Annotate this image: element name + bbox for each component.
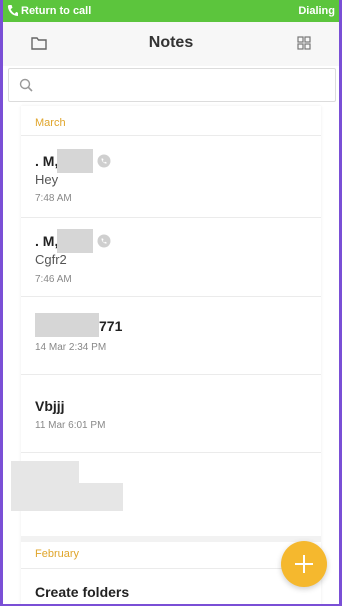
clock-icon (97, 154, 111, 168)
redacted-block (35, 313, 99, 337)
note-item[interactable]: Create folders (21, 569, 321, 604)
note-title: Vbjjj (35, 398, 65, 414)
note-title: 771 (99, 318, 123, 334)
note-body: Hey (35, 172, 59, 187)
note-time: 11 Mar 6:01 PM (35, 420, 106, 431)
plus-icon (295, 555, 313, 573)
add-note-button[interactable] (281, 541, 327, 587)
redacted-block (11, 483, 123, 511)
phone-icon (7, 5, 18, 16)
return-to-call-bar[interactable]: Return to call Dialing (3, 0, 339, 22)
note-time: 7:48 AM (35, 193, 72, 204)
note-title: Create folders (35, 584, 130, 600)
note-time: 7:46 AM (35, 274, 72, 285)
search-input[interactable] (41, 75, 321, 95)
note-title: . M, (35, 153, 59, 169)
app-header: Notes (3, 22, 339, 66)
notes-list: March . M, Hey 7:48 AM . M, Cgfr2 7:46 A… (11, 106, 321, 604)
note-title: . M, (35, 233, 59, 249)
return-to-call-label: Return to call (21, 5, 92, 17)
page-title: Notes (148, 34, 194, 51)
search-icon (19, 78, 33, 92)
section-header-march: March (35, 117, 66, 129)
section-header-february: February (35, 548, 80, 560)
note-body: Cgfr2 (35, 252, 67, 267)
clock-icon (97, 234, 111, 248)
note-item[interactable]: . M, Hey 7:48 AM (21, 136, 321, 216)
note-item[interactable]: . M, Cgfr2 7:46 AM (21, 218, 321, 296)
app-frame: Return to call Dialing Notes March . M, (0, 0, 342, 606)
note-item[interactable] (11, 453, 321, 536)
note-time: 14 Mar 2:34 PM (35, 342, 107, 353)
search-bar[interactable] (8, 68, 336, 102)
redacted-block (57, 229, 93, 253)
grid-view-icon[interactable] (297, 36, 311, 50)
section-gap (21, 536, 321, 542)
call-state-label: Dialing (298, 5, 335, 17)
note-item[interactable]: Vbjjj 11 Mar 6:01 PM (21, 375, 321, 452)
note-item[interactable]: 771 14 Mar 2:34 PM (21, 297, 321, 373)
redacted-block (57, 149, 93, 173)
